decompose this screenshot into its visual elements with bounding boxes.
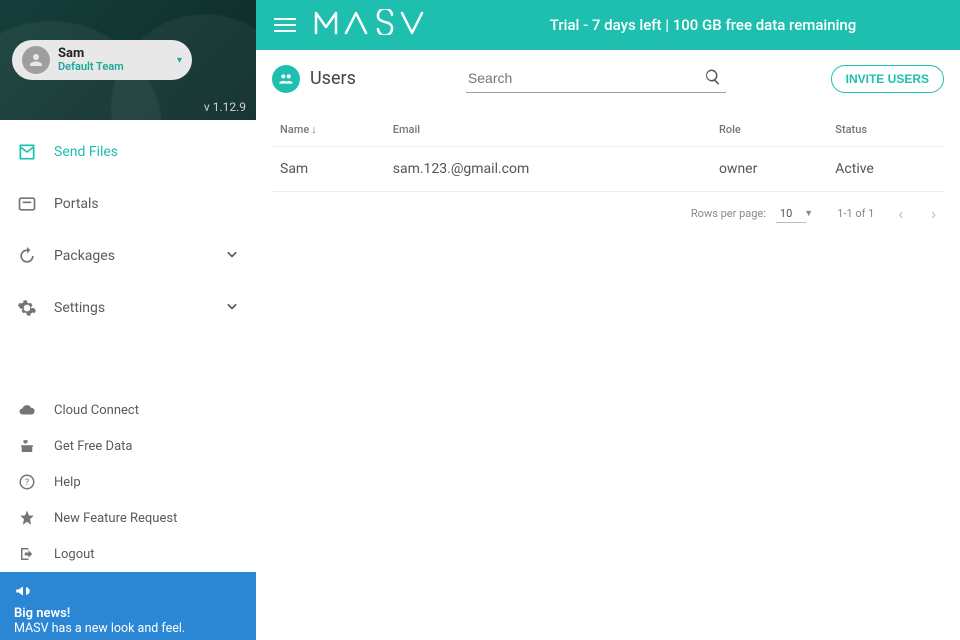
cloud-icon: [14, 401, 40, 419]
gift-icon: [14, 437, 40, 455]
sidebar-item-get-free-data[interactable]: Get Free Data: [0, 428, 256, 464]
search-field[interactable]: [466, 64, 726, 93]
topbar: Trial - 7 days left | 100 GB free data r…: [256, 0, 960, 50]
prev-page-button[interactable]: ‹: [898, 204, 903, 223]
invite-users-button[interactable]: INVITE USERS: [831, 65, 944, 93]
news-banner[interactable]: Big news! MASV has a new look and feel.: [0, 572, 256, 640]
sidebar-item-cloud-connect[interactable]: Cloud Connect: [0, 392, 256, 428]
help-icon: ?: [14, 473, 40, 491]
sidebar-item-label: Logout: [54, 547, 95, 562]
app-version: v 1.12.9: [204, 100, 246, 114]
chevron-down-icon: [222, 244, 242, 268]
menu-toggle-icon[interactable]: [274, 14, 296, 36]
users-icon: [272, 65, 300, 93]
logout-icon: [14, 545, 40, 563]
news-title: Big news!: [14, 606, 242, 621]
caret-down-icon: ▾: [177, 55, 182, 66]
sidebar-item-packages[interactable]: Packages: [0, 230, 256, 282]
page-title: Users: [310, 68, 356, 89]
search-input[interactable]: [466, 64, 726, 93]
column-header-role[interactable]: Role: [711, 113, 827, 147]
cell-email: sam.123.@gmail.com: [385, 147, 711, 192]
users-table: Name↓ Email Role Status Sam sam.123.@gma…: [272, 113, 944, 192]
sidebar-item-label: New Feature Request: [54, 511, 177, 526]
sidebar-item-help[interactable]: ? Help: [0, 464, 256, 500]
star-icon: [14, 509, 40, 527]
sidebar-item-logout[interactable]: Logout: [0, 536, 256, 572]
mail-icon: [14, 142, 40, 162]
user-team-selector[interactable]: Sam Default Team ▾: [12, 40, 192, 80]
cell-name: Sam: [272, 147, 385, 192]
sidebar-item-portals[interactable]: Portals: [0, 178, 256, 230]
sidebar-item-label: Get Free Data: [54, 439, 132, 454]
table-row[interactable]: Sam sam.123.@gmail.com owner Active: [272, 147, 944, 192]
sidebar-item-label: Portals: [54, 196, 99, 212]
column-header-status[interactable]: Status: [827, 113, 944, 147]
search-icon: [704, 68, 722, 86]
primary-nav: Send Files Portals Packages Settings: [0, 120, 256, 334]
table-footer: Rows per page: 10 ▼ 1-1 of 1 ‹ ›: [272, 192, 944, 235]
pagination-range: 1-1 of 1: [837, 207, 874, 220]
next-page-button[interactable]: ›: [931, 204, 936, 223]
megaphone-icon: [14, 582, 32, 600]
user-name: Sam: [58, 47, 124, 61]
sidebar-item-send-files[interactable]: Send Files: [0, 126, 256, 178]
page-header: Users INVITE USERS: [272, 64, 944, 93]
sidebar-item-feature-request[interactable]: New Feature Request: [0, 500, 256, 536]
cell-role: owner: [711, 147, 827, 192]
avatar-icon: [22, 46, 50, 74]
sidebar-item-label: Send Files: [54, 144, 118, 160]
gear-icon: [14, 298, 40, 318]
sort-down-icon: ↓: [311, 123, 317, 136]
page-body: Users INVITE USERS Name↓ Email Role Stat…: [256, 50, 960, 640]
chevron-down-icon: [222, 296, 242, 320]
sidebar: Sam Default Team ▾ v 1.12.9 Send Files P…: [0, 0, 256, 640]
secondary-nav: Cloud Connect Get Free Data ? Help New F…: [0, 386, 256, 572]
news-body: MASV has a new look and feel.: [14, 621, 242, 636]
sidebar-item-label: Help: [54, 475, 81, 490]
user-team: Default Team: [58, 61, 124, 73]
portal-icon: [14, 194, 40, 214]
brand-logo: [314, 9, 424, 42]
rows-per-page-select[interactable]: 10: [776, 205, 806, 223]
main: Trial - 7 days left | 100 GB free data r…: [256, 0, 960, 640]
sidebar-item-settings[interactable]: Settings: [0, 282, 256, 334]
rows-per-page-label: Rows per page:: [691, 207, 766, 220]
history-icon: [14, 246, 40, 266]
trial-status: Trial - 7 days left | 100 GB free data r…: [424, 16, 942, 34]
sidebar-item-label: Packages: [54, 248, 115, 264]
sidebar-header: Sam Default Team ▾ v 1.12.9: [0, 0, 256, 120]
column-header-email[interactable]: Email: [385, 113, 711, 147]
cell-status: Active: [827, 147, 944, 192]
column-header-name[interactable]: Name↓: [272, 113, 385, 147]
sidebar-item-label: Settings: [54, 300, 105, 316]
svg-text:?: ?: [25, 478, 29, 488]
sidebar-item-label: Cloud Connect: [54, 403, 139, 418]
